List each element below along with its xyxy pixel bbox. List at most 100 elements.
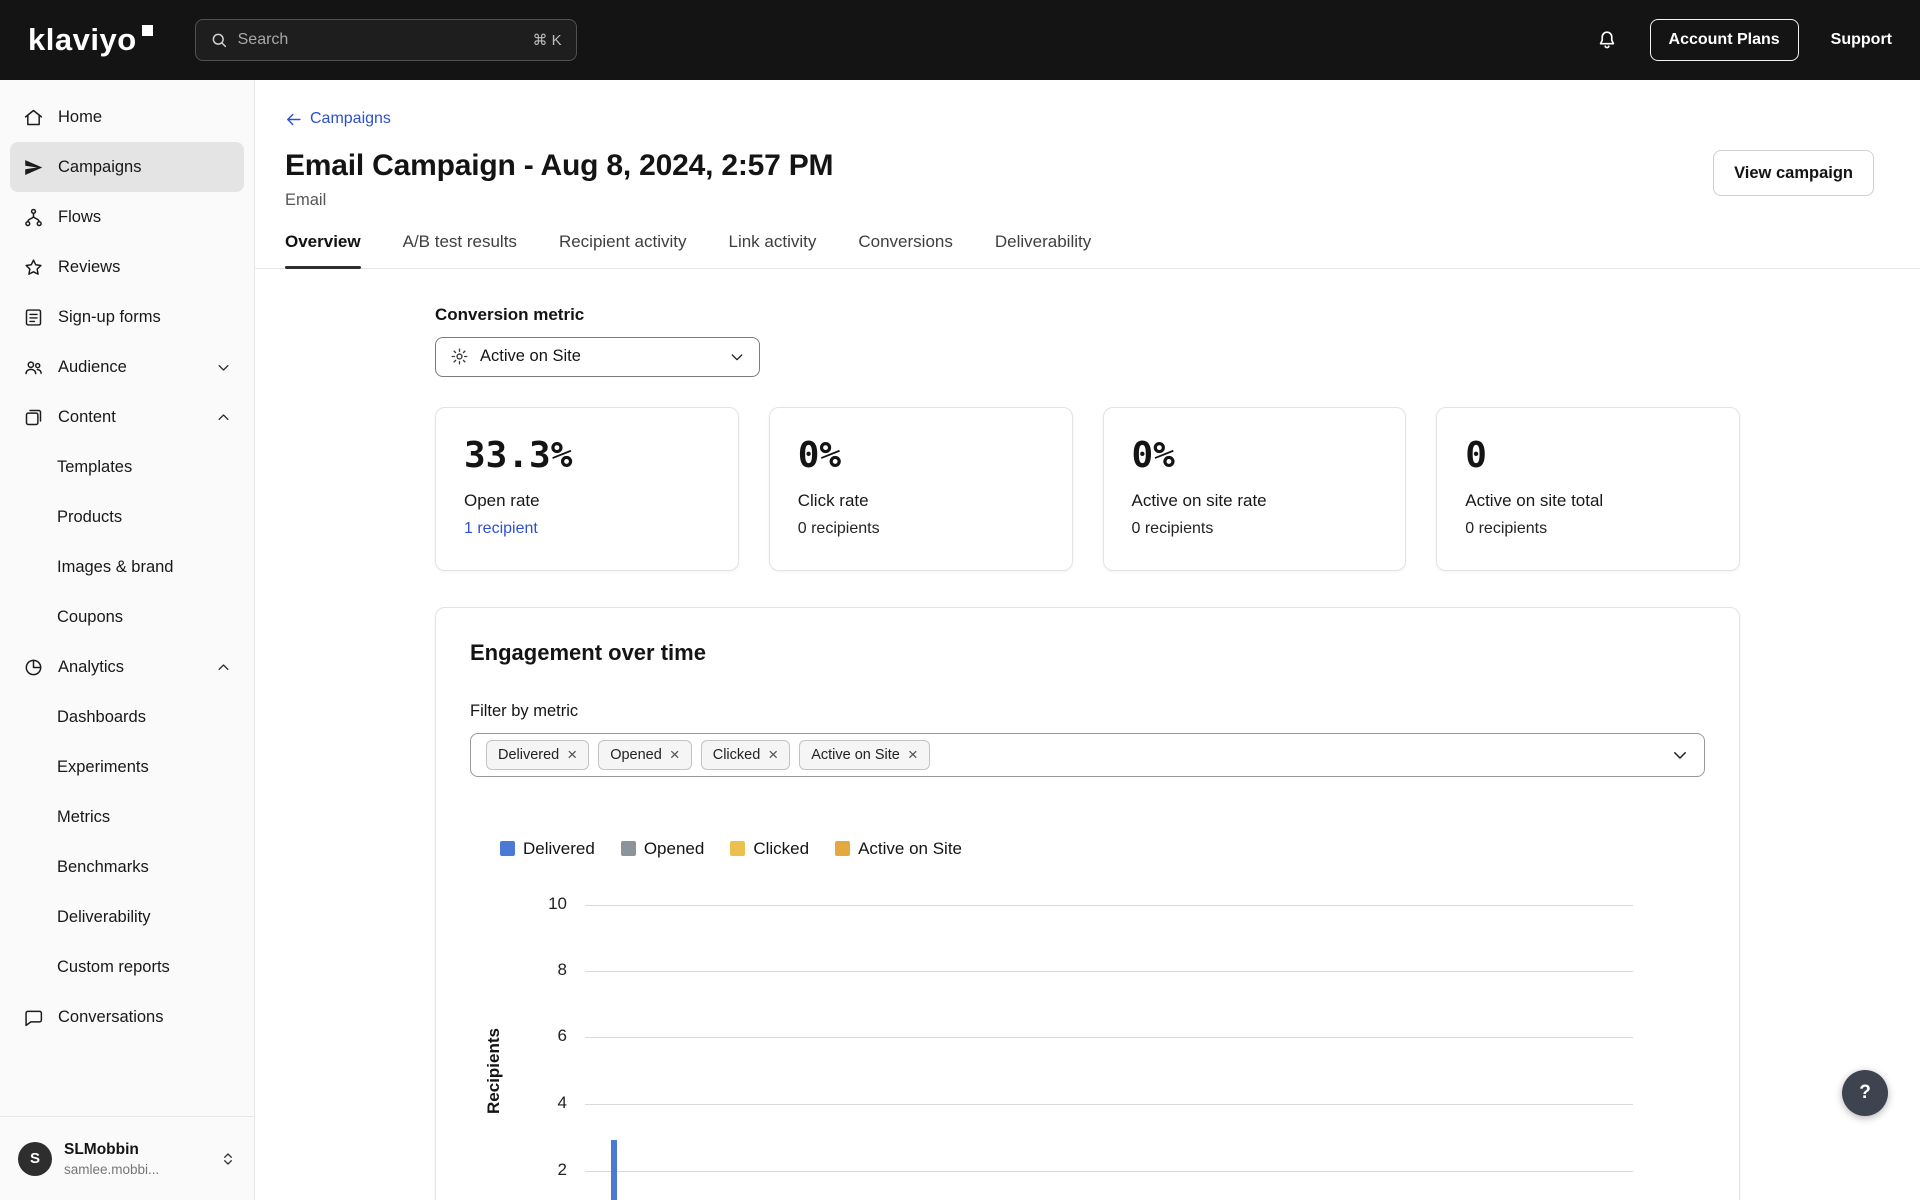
sidebar-item-deliverability[interactable]: Deliverability: [10, 892, 244, 942]
legend-item-delivered: Delivered: [500, 839, 595, 859]
filter-by-metric-label: Filter by metric: [470, 701, 579, 720]
conversion-metric-select[interactable]: Active on Site: [435, 336, 760, 377]
legend-swatch: [835, 841, 851, 856]
legend-swatch: [500, 841, 515, 856]
y-tick: 4: [557, 1092, 567, 1112]
sidebar-item-analytics[interactable]: Analytics: [10, 642, 244, 692]
sidebar-item-images-brand[interactable]: Images & brand: [10, 542, 244, 592]
gridline: [585, 1103, 1633, 1105]
sidebar-label: Dashboards: [57, 707, 146, 726]
flows-icon: [23, 207, 44, 228]
metric-filter-select[interactable]: Delivered × Opened × Clicked × Active on…: [470, 732, 1705, 777]
audience-icon: [23, 357, 44, 378]
recipient-count-link[interactable]: 1 recipient: [464, 520, 710, 538]
klaviyo-logo[interactable]: klaviyo: [28, 22, 153, 58]
metric-card-active-on-site-rate: 0% Active on site rate 0 recipients: [1102, 406, 1407, 571]
tab-deliverability[interactable]: Deliverability: [995, 232, 1091, 268]
sidebar-label: Templates: [57, 457, 133, 476]
sidebar-label: Analytics: [58, 657, 125, 676]
sidebar-item-coupons[interactable]: Coupons: [10, 592, 244, 642]
support-link[interactable]: Support: [1831, 31, 1892, 49]
search-shortcut: ⌘ K: [532, 32, 562, 49]
account-plans-button[interactable]: Account Plans: [1649, 19, 1799, 61]
sidebar-item-dashboards[interactable]: Dashboards: [10, 692, 244, 742]
main-content: Campaigns Email Campaign - Aug 8, 2024, …: [255, 80, 1920, 1200]
notifications-button[interactable]: [1596, 29, 1618, 51]
metric-card-open-rate: 33.3% Open rate 1 recipient: [435, 406, 739, 571]
sidebar-item-experiments[interactable]: Experiments: [10, 742, 244, 792]
arrow-left-icon: [287, 113, 301, 125]
chip-delivered[interactable]: Delivered ×: [486, 739, 590, 770]
chevron-down-icon[interactable]: [1671, 746, 1689, 764]
recipient-count: 0 recipients: [1131, 519, 1214, 537]
legend-swatch: [730, 841, 746, 856]
sidebar-item-templates[interactable]: Templates: [10, 442, 244, 492]
search-icon: [212, 33, 226, 48]
chat-icon: [23, 1007, 44, 1028]
sidebar-label: Content: [58, 407, 116, 426]
help-button[interactable]: ?: [1842, 1070, 1888, 1116]
metric-value: 0: [1465, 434, 1487, 476]
metric-label: Active on site rate: [1131, 490, 1267, 510]
account-switcher[interactable]: S SLMobbin samlee.mobbi...: [0, 1116, 254, 1200]
remove-chip-icon[interactable]: ×: [768, 746, 778, 763]
chip-clicked[interactable]: Clicked ×: [700, 739, 791, 770]
sidebar-label: Benchmarks: [57, 857, 149, 876]
sidebar-item-benchmarks[interactable]: Benchmarks: [10, 842, 244, 892]
remove-chip-icon[interactable]: ×: [908, 746, 918, 763]
tab-bar: Overview A/B test results Recipient acti…: [255, 232, 1920, 269]
chip-opened[interactable]: Opened ×: [598, 739, 692, 770]
tab-recipient-activity[interactable]: Recipient activity: [559, 232, 687, 268]
chevron-up-icon: [216, 660, 231, 675]
view-campaign-button[interactable]: View campaign: [1713, 150, 1874, 196]
overview-tab-content: Conversion metric Active on Site 33.3% O…: [285, 269, 1874, 1200]
sidebar-label: Coupons: [57, 607, 124, 626]
sidebar-item-flows[interactable]: Flows: [10, 192, 244, 242]
sidebar-item-content[interactable]: Content: [10, 392, 244, 442]
topbar: klaviyo ⌘ K Account Plans Support: [0, 0, 1920, 80]
topbar-actions: Account Plans Support: [1596, 19, 1892, 61]
metric-cards: 33.3% Open rate 1 recipient 0% Click rat…: [435, 406, 1740, 571]
legend-item-clicked: Clicked: [730, 839, 809, 859]
metric-label: Active on site total: [1465, 490, 1604, 510]
star-icon: [23, 257, 44, 278]
conversion-metric-value: Active on Site: [480, 347, 581, 365]
sidebar-item-home[interactable]: Home: [10, 92, 244, 142]
sidebar-item-custom-reports[interactable]: Custom reports: [10, 942, 244, 992]
tab-overview[interactable]: Overview: [285, 232, 361, 269]
sidebar-item-audience[interactable]: Audience: [10, 342, 244, 392]
avatar: S: [18, 1141, 52, 1176]
sidebar-item-conversations[interactable]: Conversations: [10, 992, 244, 1042]
legend-swatch: [620, 841, 636, 856]
chart-bar-delivered[interactable]: [611, 1139, 617, 1200]
metric-value: 0%: [797, 434, 842, 476]
metric-card-click-rate: 0% Click rate 0 recipients: [768, 406, 1073, 571]
form-icon: [23, 307, 44, 328]
sidebar-item-reviews[interactable]: Reviews: [10, 242, 244, 292]
remove-chip-icon[interactable]: ×: [567, 746, 577, 763]
page-title: Email Campaign - Aug 8, 2024, 2:57 PM: [285, 148, 834, 182]
gridline: [585, 904, 1633, 906]
breadcrumb-campaigns[interactable]: Campaigns: [285, 110, 391, 128]
metric-card-active-on-site-total: 0 Active on site total 0 recipients: [1436, 406, 1740, 571]
engagement-chart: Recipients 10 8 6 4 2: [470, 894, 1705, 1200]
y-tick: 8: [557, 959, 567, 979]
chip-active-on-site[interactable]: Active on Site ×: [799, 739, 930, 770]
gridline: [585, 1170, 1633, 1172]
analytics-icon: [23, 657, 44, 678]
sidebar-item-campaigns[interactable]: Campaigns: [10, 142, 244, 192]
page-header: Campaigns Email Campaign - Aug 8, 2024, …: [285, 110, 1874, 210]
remove-chip-icon[interactable]: ×: [670, 746, 680, 763]
tab-ab-test-results[interactable]: A/B test results: [403, 232, 517, 268]
tab-link-activity[interactable]: Link activity: [729, 232, 817, 268]
tab-conversions[interactable]: Conversions: [858, 232, 953, 268]
recipient-count: 0 recipients: [797, 519, 880, 537]
chart-legend: Delivered Opened Clicked Active on Site: [500, 839, 1705, 859]
search-input[interactable]: [237, 31, 523, 49]
global-search[interactable]: ⌘ K: [194, 19, 577, 61]
sidebar-item-signup-forms[interactable]: Sign-up forms: [10, 292, 244, 342]
sidebar-item-products[interactable]: Products: [10, 492, 244, 542]
gear-icon: [450, 347, 469, 366]
home-icon: [23, 107, 44, 128]
sidebar-item-metrics[interactable]: Metrics: [10, 792, 244, 842]
